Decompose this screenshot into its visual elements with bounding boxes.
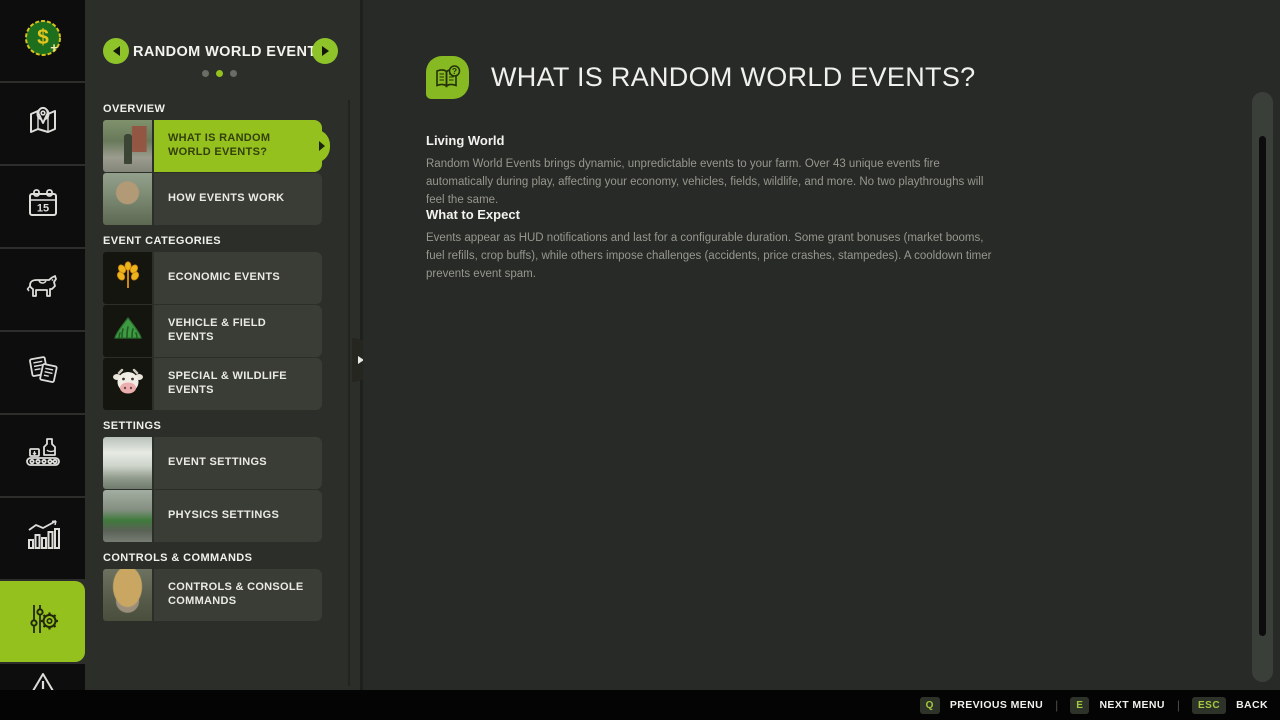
hint-next-menu[interactable]: NEXT MENU <box>1099 699 1164 711</box>
nav-scrollbar[interactable] <box>348 100 350 686</box>
hint-back[interactable]: BACK <box>1236 699 1268 711</box>
nav-item-label: SPECIAL & WILDLIFE EVENTS <box>154 358 322 410</box>
nav-item-thumbnail <box>103 305 152 357</box>
nav-item-label: WHAT IS RANDOM WORLD EVENTS? <box>154 120 322 172</box>
sidebar-item-finances[interactable]: $ + <box>0 0 85 81</box>
nav-item-label: ECONOMIC EVENTS <box>154 252 322 304</box>
section-header-settings: SETTINGS <box>103 420 322 432</box>
sidebar-item-animals[interactable] <box>0 249 85 330</box>
svg-text:15: 15 <box>36 203 48 215</box>
warning-triangle-icon <box>23 666 63 691</box>
nav-item-label: CONTROLS & CONSOLE COMMANDS <box>154 569 322 621</box>
nav-item-label: EVENT SETTINGS <box>154 437 322 489</box>
bar-chart-icon <box>21 514 65 563</box>
nav-item-how-events-work[interactable]: HOW EVENTS WORK <box>103 173 322 225</box>
nav-item-thumbnail <box>103 358 152 410</box>
selected-item-arrow-icon <box>319 141 325 151</box>
documents-icon <box>22 349 64 396</box>
hint-separator: | <box>1055 698 1058 712</box>
nav-item-thumbnail <box>103 252 152 304</box>
content-scrollbar-thumb[interactable] <box>1259 136 1266 636</box>
svg-text:$: $ <box>37 26 49 49</box>
sidebar-item-settings[interactable] <box>0 581 85 662</box>
nav-item-economic-events[interactable]: ECONOMIC EVENTS <box>103 252 322 304</box>
hint-separator: | <box>1177 698 1180 712</box>
svg-text:?: ? <box>451 66 456 76</box>
wheat-icon <box>111 259 145 298</box>
right-arrow-icon <box>322 46 329 56</box>
nav-item-label: VEHICLE & FIELD EVENTS <box>154 305 322 357</box>
content-scrollbar-track[interactable] <box>1252 92 1273 682</box>
nav-item-vehicle-field-events[interactable]: VEHICLE & FIELD EVENTS <box>103 305 322 357</box>
pager-dots <box>85 70 354 77</box>
category-title: RANDOM WORLD EVENTS <box>133 44 308 60</box>
money-coin-icon: $ + <box>20 15 66 66</box>
hint-previous-menu[interactable]: PREVIOUS MENU <box>950 699 1043 711</box>
nav-item-what-is[interactable]: WHAT IS RANDOM WORLD EVENTS? <box>103 120 322 172</box>
icon-sidebar: $ + 15 <box>0 0 85 690</box>
content-section-living-world: Living World Random World Events brings … <box>426 133 994 209</box>
page-header: ? WHAT IS RANDOM WORLD EVENTS? <box>426 56 975 99</box>
next-category-button[interactable] <box>312 38 338 64</box>
settings-gear-icon <box>21 597 65 646</box>
section-heading: Living World <box>426 133 994 148</box>
section-body: Random World Events brings dynamic, unpr… <box>426 156 994 209</box>
nav-item-special-wildlife-events[interactable]: SPECIAL & WILDLIFE EVENTS <box>103 358 322 410</box>
help-book-icon: ? <box>426 56 469 99</box>
section-body: Events appear as HUD notifications and l… <box>426 230 994 283</box>
section-header-event-categories: EVENT CATEGORIES <box>103 235 322 247</box>
pager-dot-active <box>216 70 223 77</box>
nav-item-thumbnail <box>103 437 152 489</box>
section-header-controls-commands: CONTROLS & COMMANDS <box>103 552 322 564</box>
previous-category-button[interactable] <box>103 38 129 64</box>
sidebar-item-map[interactable] <box>0 83 85 164</box>
left-arrow-icon <box>113 46 120 56</box>
nav-list: OVERVIEW WHAT IS RANDOM WORLD EVENTS? HO… <box>103 103 322 622</box>
map-icon <box>23 101 63 146</box>
section-heading: What to Expect <box>426 207 994 222</box>
sidebar-item-contracts[interactable] <box>0 332 85 413</box>
nav-item-physics-settings[interactable]: PHYSICS SETTINGS <box>103 490 322 542</box>
nav-item-event-settings[interactable]: EVENT SETTINGS <box>103 437 322 489</box>
svg-text:+: + <box>50 40 58 55</box>
section-header-overview: OVERVIEW <box>103 103 322 115</box>
nav-item-thumbnail <box>103 120 152 172</box>
cow-face-icon <box>110 364 146 405</box>
key-badge-esc: ESC <box>1192 697 1226 714</box>
sidebar-item-production[interactable] <box>0 415 85 496</box>
nav-item-thumbnail <box>103 490 152 542</box>
nav-header: RANDOM WORLD EVENTS <box>85 0 360 96</box>
sidebar-item-calendar[interactable]: 15 <box>0 166 85 247</box>
nav-item-controls-console-commands[interactable]: CONTROLS & CONSOLE COMMANDS <box>103 569 322 621</box>
sidebar-item-statistics[interactable] <box>0 498 85 579</box>
pager-dot <box>202 70 209 77</box>
pager-dot <box>230 70 237 77</box>
help-nav-panel: RANDOM WORLD EVENTS OVERVIEW WHAT IS RAN… <box>85 0 360 690</box>
grass-mound-icon <box>110 311 146 352</box>
key-badge-e: E <box>1070 697 1089 714</box>
page-title: WHAT IS RANDOM WORLD EVENTS? <box>491 62 975 93</box>
nav-item-label: HOW EVENTS WORK <box>154 173 322 225</box>
key-badge-q: Q <box>920 697 940 714</box>
production-icon <box>21 431 65 480</box>
sidebar-item-warnings[interactable] <box>0 664 85 690</box>
nav-item-thumbnail <box>103 173 152 225</box>
cow-icon <box>22 266 64 313</box>
content-section-what-to-expect: What to Expect Events appear as HUD noti… <box>426 207 994 283</box>
nav-item-thumbnail <box>103 569 152 621</box>
nav-item-label: PHYSICS SETTINGS <box>154 490 322 542</box>
footer-keybar: Q PREVIOUS MENU | E NEXT MENU | ESC BACK <box>0 690 1280 720</box>
help-content: ? WHAT IS RANDOM WORLD EVENTS? Living Wo… <box>363 0 1280 690</box>
calendar-icon: 15 <box>23 184 63 229</box>
